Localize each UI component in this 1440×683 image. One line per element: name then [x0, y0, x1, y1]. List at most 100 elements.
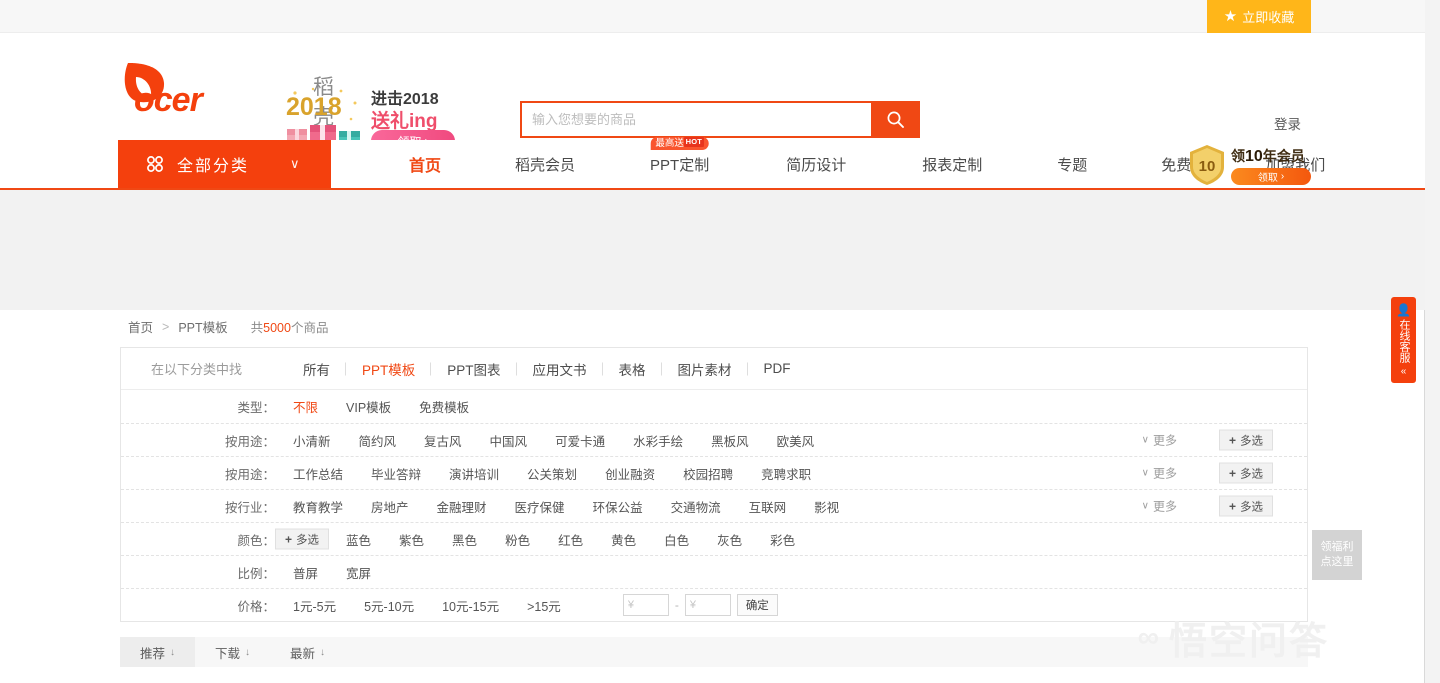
filter-row-label-1: 按用途： [224, 434, 275, 449]
category-tab-5[interactable]: 图片素材 [662, 359, 748, 379]
filter-label-price: 价格： [237, 599, 275, 614]
filter-option-0-0[interactable]: 不限 [293, 397, 318, 416]
price-min-input[interactable] [622, 594, 669, 616]
filter-option-3-1[interactable]: 房地产 [371, 497, 409, 516]
search-button[interactable] [871, 101, 920, 138]
filter-option-5-1[interactable]: 宽屏 [346, 563, 371, 582]
online-service-widget[interactable]: 👤 在线客服 « [1391, 297, 1416, 383]
category-tab-2[interactable]: PPT图表 [431, 359, 516, 379]
filter-option-2-6[interactable]: 竞聘求职 [761, 464, 811, 483]
filter-option-1-0[interactable]: 小清新 [293, 431, 331, 450]
welfare-line-1: 领福利 [1320, 541, 1354, 553]
filter-option-3-4[interactable]: 环保公益 [593, 497, 643, 516]
filter-option-2-3[interactable]: 公关策划 [527, 464, 577, 483]
filter-option-3-7[interactable]: 影视 [814, 497, 839, 516]
filter-option-4-4[interactable]: 粉色 [505, 530, 530, 549]
filter-option-1-5[interactable]: 水彩手绘 [633, 431, 683, 450]
page-scrollbar[interactable] [1425, 0, 1440, 683]
filter-option-3-3[interactable]: 医疗保健 [515, 497, 565, 516]
search-input[interactable] [520, 101, 871, 138]
filter-multiselect-2[interactable]: + 多选 [1218, 462, 1273, 484]
bookmark-button[interactable]: ★ 立即收藏 [1207, 0, 1311, 33]
filter-row-5: 比例： 普屏 宽屏 [121, 555, 1307, 588]
filter-more-1[interactable]: ∨ 更多 [1142, 432, 1177, 449]
price-option-3[interactable]: >15元 [527, 596, 561, 615]
nav-item-1[interactable]: 稻壳会员 [511, 154, 579, 175]
nav-item-3[interactable]: 简历设计 [782, 154, 850, 175]
filter-option-2-4[interactable]: 创业融资 [605, 464, 655, 483]
filter-option-0-1[interactable]: VIP模板 [346, 397, 391, 416]
filter-option-2-0[interactable]: 工作总结 [293, 464, 343, 483]
filter-option-4-7[interactable]: 白色 [664, 530, 689, 549]
price-option-2[interactable]: 10元-15元 [442, 596, 499, 615]
filter-option-3-2[interactable]: 金融理财 [437, 497, 487, 516]
category-tab-6[interactable]: PDF [748, 361, 807, 376]
filter-multiselect-3[interactable]: + 多选 [1218, 495, 1273, 517]
filter-option-4-8[interactable]: 灰色 [717, 530, 742, 549]
filter-row-4: 颜色：绿色蓝色紫色黑色粉色红色黄色白色灰色彩色+多选 [121, 522, 1307, 555]
filter-option-3-6[interactable]: 互联网 [749, 497, 787, 516]
nav-item-5[interactable]: 专题 [1053, 154, 1091, 175]
plus-icon: + [1228, 499, 1236, 513]
filter-option-4-9[interactable]: 彩色 [770, 530, 795, 549]
filter-option-3-0[interactable]: 教育教学 [293, 497, 343, 516]
sort-item-label: 最新 [290, 646, 316, 661]
nav-item-0[interactable]: 首页 [405, 152, 445, 176]
filter-option-3-5[interactable]: 交通物流 [671, 497, 721, 516]
nav-item-label: 专题 [1057, 156, 1088, 174]
filter-multiselect-4[interactable]: + 多选 [274, 528, 329, 550]
filter-option-4-2[interactable]: 紫色 [399, 530, 424, 549]
filter-row-label-0: 类型： [237, 401, 275, 415]
breadcrumb-home[interactable]: 首页 [128, 317, 153, 336]
filter-option-4-1[interactable]: 蓝色 [346, 530, 371, 549]
collapse-icon: « [1400, 366, 1407, 377]
site-logo[interactable]: ocer 稻壳儿 [118, 55, 334, 159]
filter-option-1-6[interactable]: 黑板风 [711, 431, 749, 450]
nav-item-4[interactable]: 报表定制 [918, 154, 986, 175]
sort-item-2[interactable]: 最新 ↓ [270, 637, 345, 667]
vip-claim-button[interactable]: 领取 › [1231, 167, 1311, 185]
price-max-input[interactable] [684, 594, 731, 616]
filter-more-2[interactable]: ∨ 更多 [1142, 465, 1177, 482]
breadcrumb: 首页 > PPT模板 共5000个商品 [128, 317, 328, 336]
filter-more-label: 更多 [1152, 433, 1177, 448]
filter-option-0-2[interactable]: 免费模板 [419, 397, 469, 416]
price-option-1[interactable]: 5元-10元 [364, 596, 414, 615]
filter-option-2-5[interactable]: 校园招聘 [683, 464, 733, 483]
filter-multiselect-1[interactable]: + 多选 [1218, 429, 1273, 451]
filter-option-2-2[interactable]: 演讲培训 [449, 464, 499, 483]
vip-member-banner[interactable]: 10 领10年会员 领取 › [1186, 142, 1321, 188]
category-tab-0[interactable]: 所有 [287, 359, 346, 379]
category-tab-4[interactable]: 表格 [603, 359, 662, 379]
filter-option-4-3[interactable]: 黑色 [452, 530, 477, 549]
filter-option-5-0[interactable]: 普屏 [293, 563, 318, 582]
sort-item-0[interactable]: 推荐 ↓ [120, 637, 196, 667]
filter-option-1-2[interactable]: 复古风 [424, 431, 462, 450]
filter-option-1-7[interactable]: 欧美风 [777, 431, 815, 450]
filter-option-4-6[interactable]: 黄色 [611, 530, 636, 549]
filter-option-2-1[interactable]: 毕业答辩 [371, 464, 421, 483]
breadcrumb-current[interactable]: PPT模板 [178, 317, 227, 336]
nav-item-2[interactable]: 最高送10年 HOT PPT定制 [646, 136, 713, 175]
welfare-widget[interactable]: 领福利 点这里 [1312, 530, 1362, 580]
category-tab-1[interactable]: PPT模板 [346, 359, 431, 380]
filter-multiselect-label: 多选 [1240, 468, 1263, 480]
category-tab-3[interactable]: 应用文书 [517, 359, 603, 379]
all-categories-button[interactable]: 全部分类 ∨ [118, 140, 331, 188]
filter-option-4-5[interactable]: 红色 [558, 530, 583, 549]
category-tab-row: 在以下分类中找 所有 PPT模板 PPT图表 应用文书 表格 图片素材 PDF [121, 348, 1307, 390]
filter-option-1-4[interactable]: 可爱卡通 [555, 431, 605, 450]
price-confirm-button[interactable]: 确定 [736, 594, 778, 616]
filter-option-1-3[interactable]: 中国风 [490, 431, 528, 450]
filter-more-3[interactable]: ∨ 更多 [1142, 498, 1177, 515]
chevron-down-icon: ∨ [1141, 434, 1149, 446]
filter-option-1-1[interactable]: 简约风 [359, 431, 397, 450]
filter-rows: 类型： 不限 VIP模板 免费模板按用途： 小清新 简约风 复古风 中国风 可爱卡通 水彩手绘 黑板… [121, 390, 1307, 588]
bookmark-label: 立即收藏 [1242, 10, 1295, 25]
login-link[interactable]: 登录 [1274, 113, 1301, 133]
sort-item-1[interactable]: 下载 ↓ [195, 637, 270, 667]
price-option-0[interactable]: 1元-5元 [293, 596, 336, 615]
result-count: 共5000个商品 [250, 321, 329, 335]
plus-icon: + [1228, 466, 1236, 480]
vip-banner-title: 领10年会员 [1231, 147, 1305, 165]
